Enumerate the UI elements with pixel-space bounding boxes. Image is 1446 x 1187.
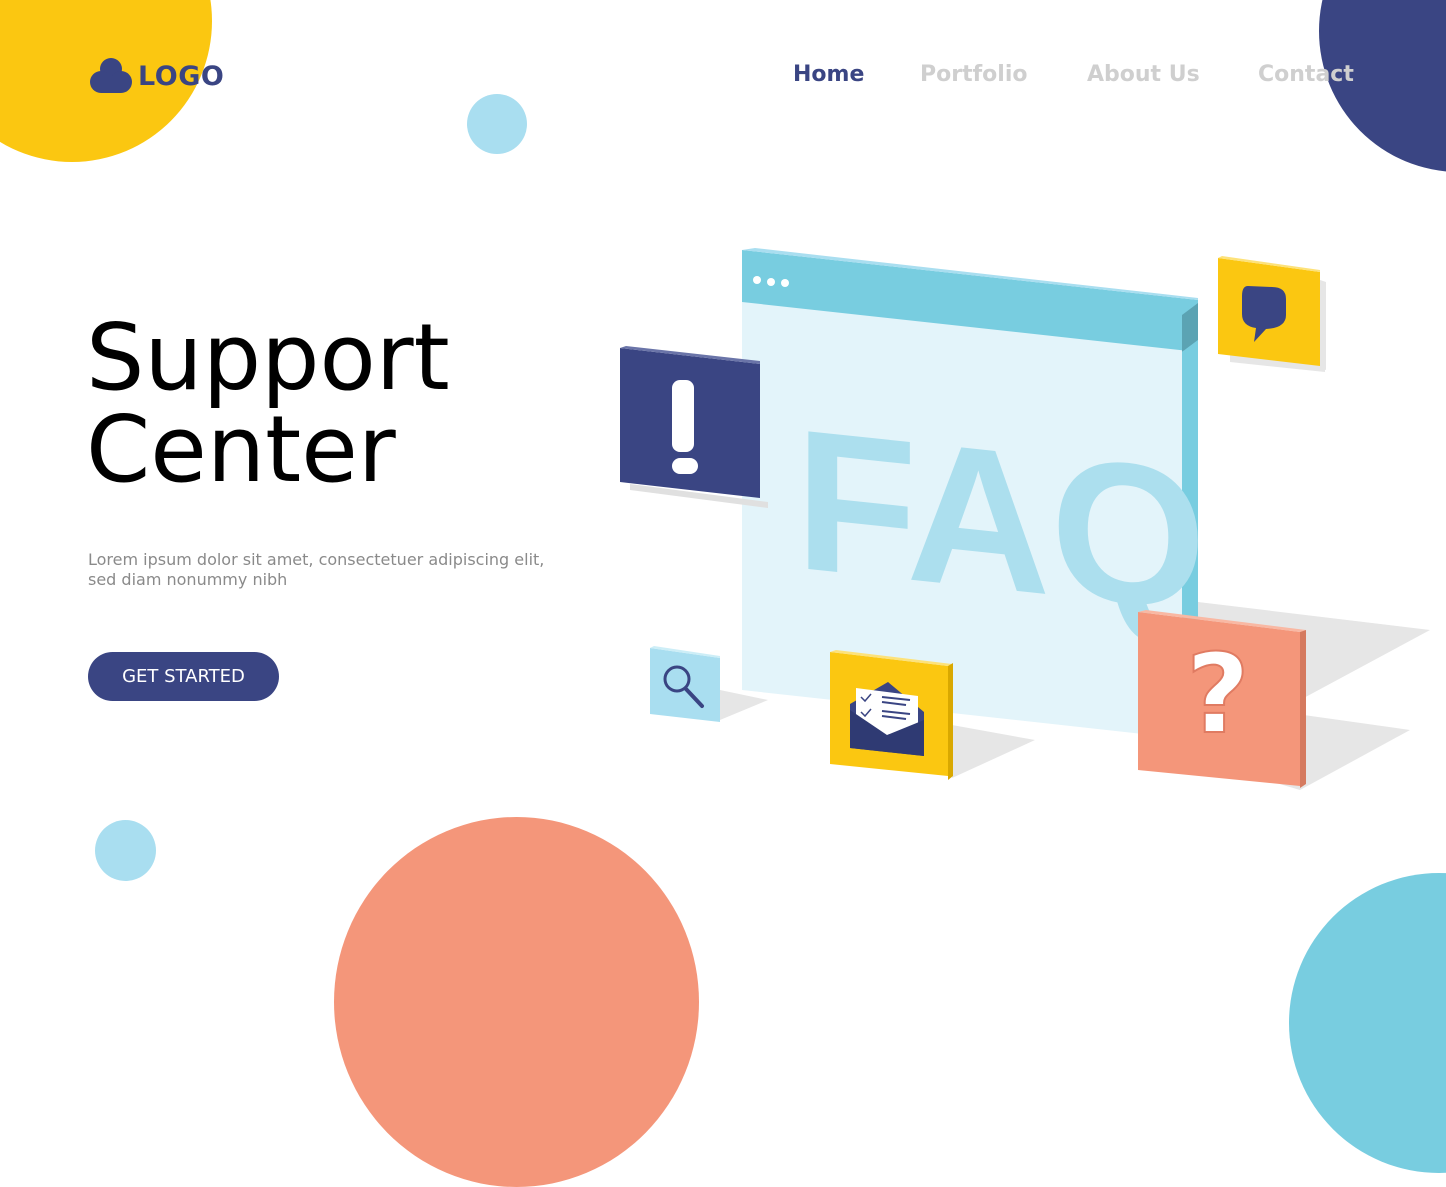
question-mark-icon: ? bbox=[1186, 630, 1250, 758]
main-nav: Home Portfolio About Us Contact bbox=[0, 62, 1446, 92]
envelope-letter-icon bbox=[850, 682, 924, 756]
speech-bubble-icon bbox=[1242, 286, 1286, 342]
envelope-tile-shadow bbox=[952, 725, 1035, 778]
speech-bubble-tile bbox=[1218, 256, 1326, 372]
nav-contact[interactable]: Contact bbox=[1258, 62, 1354, 87]
decorative-dot bbox=[95, 820, 156, 881]
decorative-circle-teal bbox=[1289, 873, 1446, 1173]
faq-window: FAQ bbox=[742, 248, 1206, 740]
decorative-circle-salmon bbox=[334, 817, 699, 1187]
window-shadow-lower bbox=[1198, 700, 1410, 790]
window-dot bbox=[781, 279, 789, 287]
envelope-tile bbox=[830, 650, 953, 780]
title-line-1: Support bbox=[86, 304, 450, 411]
hero-description: Lorem ipsum dolor sit amet, consectetuer… bbox=[88, 550, 545, 589]
magnifier-icon bbox=[663, 665, 704, 708]
get-started-button[interactable]: GET STARTED bbox=[88, 652, 279, 701]
search-tile bbox=[650, 646, 720, 722]
question-tile: ? bbox=[1138, 610, 1306, 788]
nav-home[interactable]: Home bbox=[793, 62, 864, 87]
faq-text: FAQ bbox=[795, 387, 1206, 654]
exclamation-tile bbox=[620, 346, 768, 508]
window-dot bbox=[767, 278, 775, 286]
window-shadow bbox=[1198, 602, 1430, 700]
page-title: Support Center bbox=[86, 312, 450, 496]
search-tile-shadow bbox=[720, 690, 768, 720]
title-line-2: Center bbox=[86, 396, 396, 503]
window-dot bbox=[753, 276, 761, 284]
nav-portfolio[interactable]: Portfolio bbox=[920, 62, 1028, 87]
decorative-dot bbox=[467, 94, 527, 154]
nav-about-us[interactable]: About Us bbox=[1087, 62, 1200, 87]
exclamation-icon bbox=[672, 380, 698, 474]
